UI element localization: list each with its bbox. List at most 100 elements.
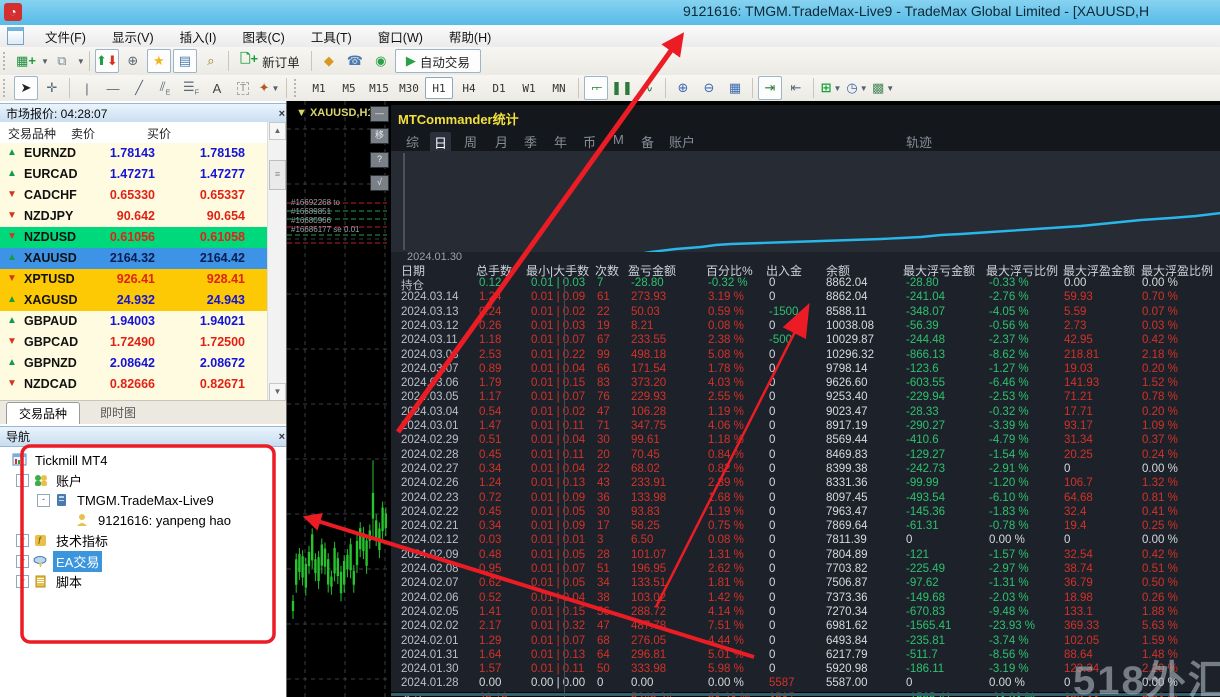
collapse-minus-icon[interactable]: - <box>16 474 29 487</box>
timeframe-d1-button[interactable]: D1 <box>485 77 513 99</box>
mtc-tab-3[interactable]: 月 <box>495 132 508 151</box>
menu-item-0[interactable]: 文件(F) <box>32 24 99 49</box>
timeframe-m15-button[interactable]: M15 <box>365 77 393 99</box>
gold-ingot-icon[interactable]: ◆ <box>317 49 341 73</box>
mtc-tab-1[interactable]: 日 <box>430 132 451 153</box>
market-watch-row-CADCHF[interactable]: ▼CADCHF0.653300.65337 <box>0 185 267 207</box>
market-watch-row-GBPAUD[interactable]: ▲GBPAUD1.940031.94021 <box>0 311 267 333</box>
scroll-up-icon[interactable]: ▲ <box>269 122 286 140</box>
overlay-button-1[interactable]: 移 <box>370 128 389 144</box>
menu-item-2[interactable]: 插入(I) <box>167 24 230 49</box>
market-watch-toggle-button[interactable]: ⬆⬇ <box>95 49 119 73</box>
navigator-toggle-button[interactable]: ★ <box>147 49 171 73</box>
toolbar-grip[interactable] <box>3 79 10 97</box>
menu-item-4[interactable]: 工具(T) <box>298 24 365 49</box>
mtc-tab-5[interactable]: 年 <box>554 132 567 151</box>
market-watch-row-XPTUSD[interactable]: ▼XPTUSD926.41928.41 <box>0 269 267 291</box>
market-watch-row-EURNZD[interactable]: ▲EURNZD1.781431.78158 <box>0 143 267 165</box>
menu-item-6[interactable]: 帮助(H) <box>436 24 504 49</box>
horizontal-line-button[interactable]: — <box>101 76 125 100</box>
tree-item-accounts[interactable]: -账户 <box>0 470 313 490</box>
mtc-tab-10[interactable]: 轨迹 <box>906 132 932 151</box>
menu-item-3[interactable]: 图表(C) <box>229 24 297 49</box>
bar-chart-button[interactable]: ⌐⌐ <box>584 76 608 100</box>
scroll-down-icon[interactable]: ▼ <box>269 383 286 401</box>
scrollbar-thumb[interactable]: ≡ <box>269 160 286 190</box>
close-icon[interactable]: × <box>279 431 285 443</box>
toolbar-grip[interactable] <box>3 52 10 70</box>
market-watch-row-EURCAD[interactable]: ▲EURCAD1.472711.47277 <box>0 164 267 186</box>
data-window-button[interactable]: ⊕ <box>121 49 145 73</box>
tree-item-indicators[interactable]: +f技术指标 <box>0 530 313 550</box>
new-order-button[interactable]: 🗋+ 新订单 <box>234 49 306 73</box>
fibonacci-button[interactable]: ☰F <box>179 76 203 100</box>
terminal-toggle-button[interactable]: ▤ <box>173 49 197 73</box>
mtc-tab-6[interactable]: 币 <box>583 132 596 151</box>
tab-symbols[interactable]: 交易品种 <box>6 402 80 424</box>
mtc-tab-4[interactable]: 季 <box>524 132 537 151</box>
market-watch-row-XAGUSD[interactable]: ▲XAGUSD24.93224.943 <box>0 290 267 312</box>
column-bid[interactable]: 卖价 <box>71 125 95 142</box>
auto-scroll-button[interactable]: ⇥ <box>758 76 782 100</box>
timeframe-m1-button[interactable]: M1 <box>305 77 333 99</box>
zoom-in-button[interactable]: ⊕ <box>671 76 695 100</box>
tree-item-platform[interactable]: Tickmill MT4 <box>0 450 292 470</box>
mtc-tab-0[interactable]: 综 <box>406 132 419 151</box>
market-watch-row-GBPCAD[interactable]: ▼GBPCAD1.724901.72500 <box>0 332 267 354</box>
vertical-line-button[interactable]: | <box>75 76 99 100</box>
market-watch-row-NZDJPY[interactable]: ▼NZDJPY90.64290.654 <box>0 206 267 228</box>
market-watch-row-GBPNZD[interactable]: ▲GBPNZD2.086422.08672 <box>0 353 267 375</box>
mtc-tab-2[interactable]: 周 <box>464 132 477 151</box>
chart-shift-button[interactable]: ⇤ <box>784 76 808 100</box>
signal-icon[interactable]: ◉ <box>369 49 393 73</box>
candlestick-chart-button[interactable]: ❚❚ <box>610 76 634 100</box>
expand-plus-icon[interactable]: + <box>16 534 29 547</box>
market-watch-row-NZDUSD[interactable]: ▼NZDUSD0.610560.61058 <box>0 227 267 249</box>
expand-plus-icon[interactable]: + <box>16 575 29 588</box>
chevron-down-icon[interactable]: ▼ <box>41 57 49 66</box>
new-chart-button[interactable]: ▦+ <box>14 49 38 73</box>
timeframe-w1-button[interactable]: W1 <box>515 77 543 99</box>
market-watch-row-XAUUSD[interactable]: ▲XAUUSD2164.322164.42 <box>0 248 267 270</box>
mtc-tab-9[interactable]: 账户 <box>669 132 695 151</box>
market-watch-scrollbar[interactable]: ▲ ≡ ▼ <box>267 122 286 401</box>
templates-button[interactable]: ▩▼ <box>871 76 895 100</box>
tree-item-server[interactable]: -TMGM.TradeMax-Live9 <box>0 490 334 510</box>
mtc-tab-8[interactable]: 备 <box>641 132 654 151</box>
market-watch-row-NZDCAD[interactable]: ▼NZDCAD0.826660.82671 <box>0 374 267 396</box>
text-label-button[interactable]: T <box>231 76 255 100</box>
zoom-out-button[interactable]: ⊖ <box>697 76 721 100</box>
tile-windows-button[interactable]: ▦ <box>723 76 747 100</box>
overlay-button-3[interactable]: √ <box>370 175 389 191</box>
column-ask[interactable]: 买价 <box>147 125 171 142</box>
tab-tick-chart[interactable]: 即时图 <box>88 402 148 423</box>
cursor-button[interactable]: ➤ <box>14 76 38 100</box>
menu-item-1[interactable]: 显示(V) <box>99 24 167 49</box>
timeframe-h1-button[interactable]: H1 <box>425 77 453 99</box>
mtc-tab-7[interactable]: M <box>613 132 624 147</box>
overlay-button-0[interactable]: — <box>370 106 389 122</box>
line-chart-button[interactable]: ∿ <box>636 76 660 100</box>
channel-button[interactable]: ⫽E <box>153 76 177 100</box>
tree-item-experts[interactable]: +EA交易 <box>0 551 313 571</box>
close-icon[interactable]: × <box>279 108 285 120</box>
column-symbol[interactable]: 交易品种 <box>8 125 56 142</box>
timeframe-h4-button[interactable]: H4 <box>455 77 483 99</box>
chevron-down-icon[interactable]: ▼ <box>77 57 85 66</box>
trendline-button[interactable]: ╱ <box>127 76 151 100</box>
tree-item-scripts[interactable]: +脚本 <box>0 571 313 591</box>
collapse-minus-icon[interactable]: - <box>37 494 50 507</box>
timeframe-mn-button[interactable]: MN <box>545 77 573 99</box>
strategy-tester-button[interactable]: ⌕ <box>199 49 223 73</box>
overlay-button-2[interactable]: ? <box>370 152 389 168</box>
indicators-button[interactable]: ⊞▼ <box>819 76 843 100</box>
menu-item-5[interactable]: 窗口(W) <box>365 24 436 49</box>
mobile-icon[interactable]: ☎ <box>343 49 367 73</box>
expand-plus-icon[interactable]: + <box>16 555 29 568</box>
timeframe-m5-button[interactable]: M5 <box>335 77 363 99</box>
timeframe-m30-button[interactable]: M30 <box>395 77 423 99</box>
profiles-button[interactable]: ⧉ <box>50 49 74 73</box>
periods-button[interactable]: ◷▼ <box>845 76 869 100</box>
autotrading-button[interactable]: ▶ 自动交易 <box>395 49 481 73</box>
crosshair-button[interactable]: ✛ <box>40 76 64 100</box>
